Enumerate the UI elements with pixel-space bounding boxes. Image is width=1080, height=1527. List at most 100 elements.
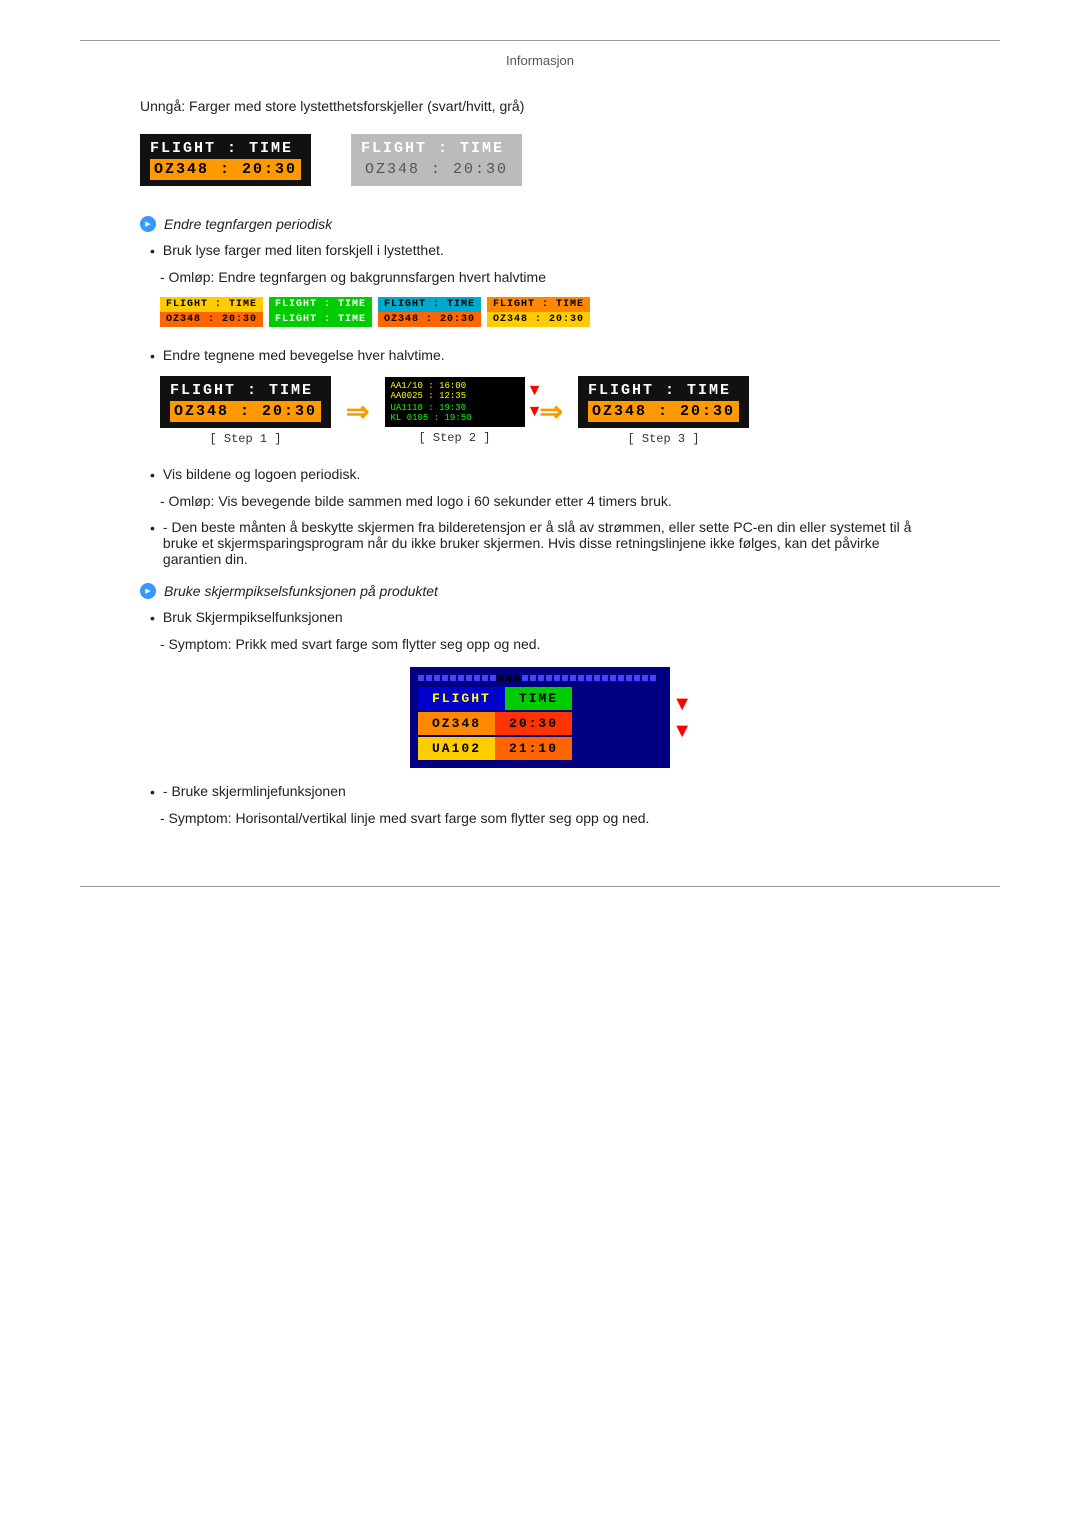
section2-bullet1: Bruk Skjermpikselfunksjonen <box>163 609 343 625</box>
pixel-dot <box>642 675 648 681</box>
pixel-dot <box>498 675 504 681</box>
step3-row1: FLIGHT : TIME <box>588 382 739 399</box>
dark-box-row1: FLIGHT : TIME <box>150 140 301 157</box>
section2-title: Bruke skjermpikselsfunksjonen på produkt… <box>164 583 438 599</box>
section1-bullet-list: Bruk lyse farger med liten forskjell i l… <box>150 242 940 259</box>
gray-box-row1: FLIGHT : TIME <box>361 140 512 157</box>
bullet-list-3: Vis bildene og logoen periodisk. <box>150 466 940 483</box>
vb4-data: OZ348 : 20:30 <box>487 312 590 327</box>
step2-box-container: AA1/10 : 16:00AA0025 : 12:35 UA1110 : 19… <box>385 377 525 445</box>
pixel-dot <box>442 675 448 681</box>
arrow-down-2-icon: ▼ <box>672 720 692 743</box>
list-item-2: Endre tegnene med bevegelse hver halvtim… <box>150 347 940 364</box>
pixel-dot <box>426 675 432 681</box>
bullet4-text: - Den beste månten å beskytte skjermen f… <box>163 519 940 567</box>
bullet-list-4: - Den beste månten å beskytte skjermen f… <box>150 519 940 567</box>
pixel-dot <box>418 675 424 681</box>
pixel-time1: 20:30 <box>495 712 572 735</box>
arrow-down-1-icon: ▼ <box>672 693 692 716</box>
step1-row1: FLIGHT : TIME <box>170 382 321 399</box>
variant-box-3: FLIGHT : TIME OZ348 : 20:30 <box>378 297 481 327</box>
vb3-data: OZ348 : 20:30 <box>378 312 481 327</box>
pixel-dot <box>618 675 624 681</box>
step1-row2: OZ348 : 20:30 <box>170 401 321 422</box>
step3-flight-display: FLIGHT : TIME OZ348 : 20:30 <box>578 376 749 428</box>
vb2-data: FLIGHT : TIME <box>269 312 372 327</box>
pixel-flight-header: FLIGHT <box>418 687 505 710</box>
pixel-dot <box>514 675 520 681</box>
vb4-header: FLIGHT : TIME <box>487 297 590 312</box>
list-item: Bruk lyse farger med liten forskjell i l… <box>150 242 940 259</box>
section1-dot-icon <box>140 216 156 232</box>
intro-text: Unngå: Farger med store lystetthetsforsk… <box>140 98 940 114</box>
bullet3-text: Vis bildene og logoen periodisk. <box>163 466 360 482</box>
arrow-right-icon-2: ⇒ <box>540 395 563 428</box>
bullet2-text: Endre tegnene med bevegelse hver halvtim… <box>163 347 445 363</box>
pixel-time2: 21:10 <box>495 737 572 760</box>
pixel-dot <box>546 675 552 681</box>
side-arrows: ▼ ▼ <box>672 693 692 743</box>
section2-sub1: - Symptom: Prikk med svart farge som fly… <box>160 636 940 652</box>
bullet5-text: - Bruke skjermlinjefunksjonen <box>163 783 346 799</box>
pixel-dot <box>466 675 472 681</box>
dark-box-row2: OZ348 : 20:30 <box>150 159 301 180</box>
list-item-3: Vis bildene og logoen periodisk. <box>150 466 940 483</box>
variant-box-2: FLIGHT : TIME FLIGHT : TIME <box>269 297 372 327</box>
color-loop-boxes: FLIGHT : TIME OZ348 : 20:30 FLIGHT : TIM… <box>160 297 940 327</box>
step-demo-row: FLIGHT : TIME OZ348 : 20:30 [ Step 1 ] ⇒… <box>160 376 940 446</box>
bullet1-text: Bruk lyse farger med liten forskjell i l… <box>163 242 444 258</box>
pixel-dot <box>522 675 528 681</box>
vb2-header: FLIGHT : TIME <box>269 297 372 312</box>
pixel-flight1: OZ348 <box>418 712 495 735</box>
bullet-list-2: Endre tegnene med bevegelse hver halvtim… <box>150 347 940 364</box>
dark-flight-box: FLIGHT : TIME OZ348 : 20:30 <box>140 134 311 186</box>
gray-box-row2: OZ348 : 20:30 <box>361 159 512 180</box>
sub-text-1: - Omløp: Endre tegnfargen og bakgrunnsfa… <box>160 269 940 285</box>
step3-label: [ Step 3 ] <box>627 432 699 446</box>
pixel-dot <box>506 675 512 681</box>
pixel-dot <box>626 675 632 681</box>
section1-title: Endre tegnfargen periodisk <box>164 216 332 232</box>
arrow-right-icon-1: ⇒ <box>346 395 369 428</box>
section2-sub3: - Symptom: Horisontal/vertikal linje med… <box>160 810 940 826</box>
vb1-data: OZ348 : 20:30 <box>160 312 263 327</box>
pixel-dot <box>610 675 616 681</box>
list-item-4: - Den beste månten å beskytte skjermen f… <box>150 519 940 567</box>
variant-box-4: FLIGHT : TIME OZ348 : 20:30 <box>487 297 590 327</box>
step1-label: [ Step 1 ] <box>210 432 282 446</box>
step2-display: AA1/10 : 16:00AA0025 : 12:35 UA1110 : 19… <box>385 377 525 427</box>
section2-header: Bruke skjermpikselsfunksjonen på produkt… <box>140 583 940 599</box>
vb3-header: FLIGHT : TIME <box>378 297 481 312</box>
pixel-dot <box>634 675 640 681</box>
pixel-dot <box>434 675 440 681</box>
step2-row1: AA1/10 : 16:00AA0025 : 12:35 <box>391 381 519 401</box>
flight-boxes-comparison: FLIGHT : TIME OZ348 : 20:30 FLIGHT : TIM… <box>140 134 940 186</box>
pixel-time-header: TIME <box>505 687 572 710</box>
pixel-dot <box>474 675 480 681</box>
pixel-data-row1: OZ348 20:30 <box>418 712 662 735</box>
pixel-demo: FLIGHT TIME OZ348 20:30 UA102 21:10 <box>140 667 940 768</box>
step3-box: FLIGHT : TIME OZ348 : 20:30 [ Step 3 ] <box>578 376 749 446</box>
step2-arrows-icon: ▼▼ <box>527 381 543 423</box>
pixel-box: FLIGHT TIME OZ348 20:30 UA102 21:10 <box>410 667 670 768</box>
pixel-dot <box>538 675 544 681</box>
pixel-header-row: FLIGHT TIME <box>418 687 662 710</box>
pixel-dot <box>530 675 536 681</box>
step1-box: FLIGHT : TIME OZ348 : 20:30 [ Step 1 ] <box>160 376 331 446</box>
pixel-dot <box>594 675 600 681</box>
bottom-divider <box>80 886 1000 887</box>
pixel-dot <box>570 675 576 681</box>
pixel-dot <box>490 675 496 681</box>
pixel-dot <box>586 675 592 681</box>
step3-row2: OZ348 : 20:30 <box>588 401 739 422</box>
step2-row2: UA1110 : 19:30KL 0105 : 19:50 <box>391 403 519 423</box>
pixel-dot <box>554 675 560 681</box>
sub-text-2: - Omløp: Vis bevegende bilde sammen med … <box>160 493 940 509</box>
bullet-list-5: - Bruke skjermlinjefunksjonen <box>150 783 940 800</box>
pixel-dot <box>482 675 488 681</box>
pixel-dot <box>562 675 568 681</box>
step1-flight-display: FLIGHT : TIME OZ348 : 20:30 <box>160 376 331 428</box>
pixel-dot <box>602 675 608 681</box>
section2-bullet-list: Bruk Skjermpikselfunksjonen <box>150 609 940 626</box>
page-header: Informasjon <box>80 40 1000 68</box>
